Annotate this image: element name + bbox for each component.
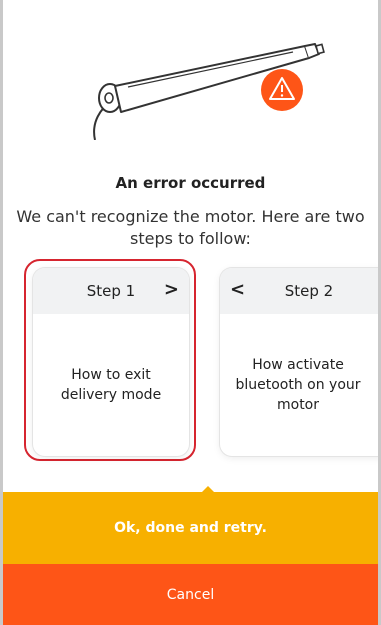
error-message: We can't recognize the motor. Here are t…	[16, 207, 365, 248]
step-card-2[interactable]: < Step 2 How activate bluetooth on your …	[220, 268, 378, 456]
step-card-1[interactable]: Step 1 > How to exit delivery mode	[33, 268, 189, 456]
step-description: How to exit delivery mode	[60, 367, 162, 403]
warning-triangle-icon	[261, 69, 303, 111]
step-title: Step 1	[86, 282, 136, 300]
step-card-header: Step 1 >	[33, 268, 189, 314]
step-card-header: < Step 2	[220, 268, 378, 314]
retry-button[interactable]: Ok, done and retry.	[3, 492, 378, 564]
error-screen: An error occurred We can't recognize the…	[3, 0, 378, 625]
error-title: An error occurred	[115, 174, 266, 192]
step-title: Step 2	[284, 282, 334, 300]
motor-illustration-icon	[93, 43, 325, 140]
cancel-button[interactable]: Cancel	[3, 564, 378, 625]
step-description: How activate bluetooth on your motor	[235, 357, 361, 413]
chevron-left-icon[interactable]: <	[230, 280, 245, 300]
chevron-right-icon[interactable]: >	[164, 280, 179, 300]
